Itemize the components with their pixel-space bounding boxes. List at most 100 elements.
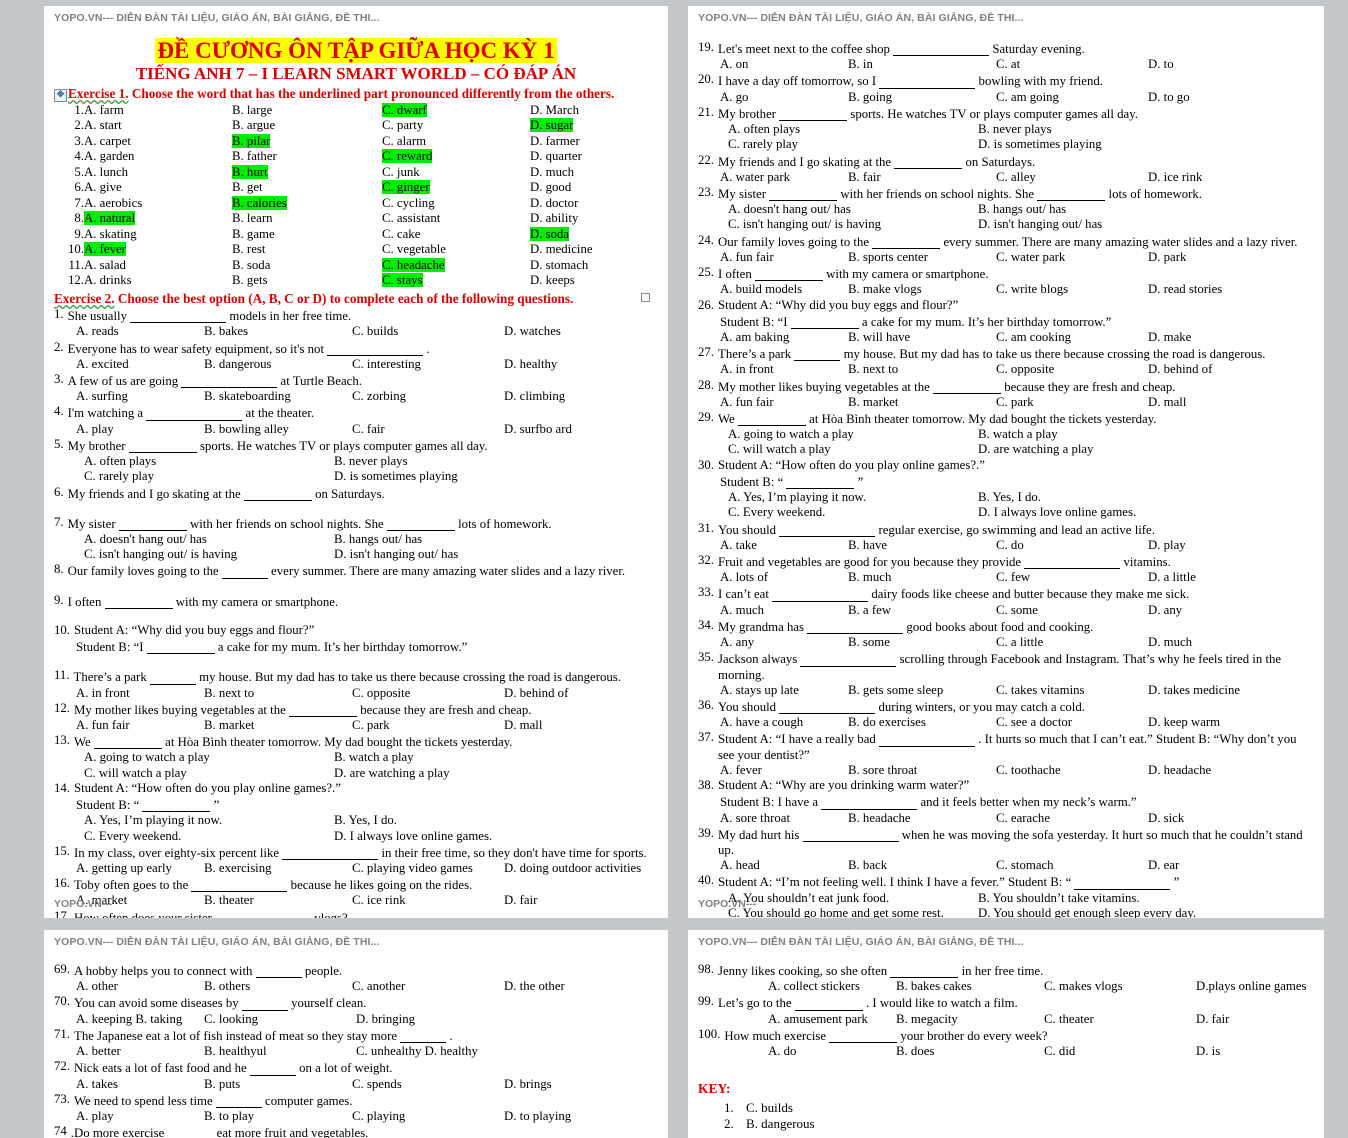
question-option[interactable]: D. takes medicine [1148, 683, 1314, 698]
question-option[interactable]: B. make vlogs [848, 282, 996, 297]
question-option[interactable]: D. any [1148, 603, 1314, 618]
question-option[interactable]: D. a little [1148, 570, 1314, 585]
question-option[interactable]: D. isn't hanging out/ has [334, 547, 658, 562]
question-option[interactable]: A. Yes, I’m playing it now. [728, 490, 978, 505]
question-option[interactable]: C. isn't hanging out/ is having [728, 217, 978, 232]
question-option[interactable]: D. surfbo ard [504, 422, 658, 437]
question-option[interactable]: D. ear [1148, 858, 1314, 873]
question-option[interactable]: C. Every weekend. [728, 505, 978, 520]
question-option[interactable]: C. playing video games [352, 861, 504, 876]
question-option[interactable]: B. bakes [204, 324, 352, 339]
question-option[interactable]: D. make [1148, 330, 1314, 345]
question-option[interactable]: D. mall [504, 718, 658, 733]
question-option[interactable]: B. hangs out/ has [334, 532, 658, 547]
question-option[interactable]: A. fun fair [76, 718, 204, 733]
question-option[interactable]: C. makes vlogs [1044, 979, 1196, 994]
question-option[interactable]: B. bakes cakes [896, 979, 1044, 994]
question-option[interactable]: D. healthy [504, 357, 658, 372]
question-option[interactable]: B. does [896, 1044, 1044, 1059]
question-option[interactable]: C. alley [996, 170, 1148, 185]
question-option[interactable]: C. will watch a play [84, 766, 334, 781]
question-option[interactable]: C. interesting [352, 357, 504, 372]
question-option[interactable]: C. toothache [996, 763, 1148, 778]
question-option[interactable]: C. isn't hanging out/ is having [84, 547, 334, 562]
question-option[interactable]: C. takes vitamins [996, 683, 1148, 698]
question-option[interactable]: D. park [1148, 250, 1314, 265]
question-option[interactable]: C. see a doctor [996, 715, 1148, 730]
question-option[interactable]: C. park [996, 395, 1148, 410]
question-option[interactable]: A. often plays [728, 122, 978, 137]
question-option[interactable]: D. fair [504, 893, 658, 908]
question-option[interactable]: D. keep warm [1148, 715, 1314, 730]
question-option[interactable]: C. opposite [996, 362, 1148, 377]
question-option[interactable]: D. doing outdoor activities [504, 861, 658, 876]
question-option[interactable]: C. unhealthy D. healthy [356, 1044, 658, 1059]
question-option[interactable]: D. bringing [356, 1012, 658, 1027]
question-option[interactable]: B. puts [204, 1077, 352, 1092]
question-option[interactable]: D. behind of [504, 686, 658, 701]
question-option[interactable]: A. do [768, 1044, 896, 1059]
question-option[interactable]: A. take [720, 538, 848, 553]
question-option[interactable]: A. surfing [76, 389, 204, 404]
question-option[interactable]: C. am cooking [996, 330, 1148, 345]
question-option[interactable]: B. will have [848, 330, 996, 345]
question-option[interactable]: B. never plays [978, 122, 1314, 137]
question-option[interactable]: D. play [1148, 538, 1314, 553]
question-option[interactable]: D. I always love online games. [978, 505, 1314, 520]
question-option[interactable]: D. I always love online games. [334, 829, 658, 844]
question-option[interactable]: B. dangerous [204, 357, 352, 372]
question-option[interactable]: D. to playing [504, 1109, 658, 1124]
question-option[interactable]: B. going [848, 90, 996, 105]
question-option[interactable]: C. playing [352, 1109, 504, 1124]
question-option[interactable]: D. You should get enough sleep every day… [978, 906, 1314, 918]
question-option[interactable]: B. gets some sleep [848, 683, 996, 698]
question-option[interactable]: D. read stories [1148, 282, 1314, 297]
question-option[interactable]: C. earache [996, 811, 1148, 826]
question-option[interactable]: B. hangs out/ has [978, 202, 1314, 217]
question-option[interactable]: B. megacity [896, 1012, 1044, 1027]
question-option[interactable]: A. better [76, 1044, 204, 1059]
question-option[interactable]: D. headache [1148, 763, 1314, 778]
question-option[interactable]: A. takes [76, 1077, 204, 1092]
question-option[interactable]: C. few [996, 570, 1148, 585]
question-option[interactable]: A. going to watch a play [728, 427, 978, 442]
question-option[interactable]: A. go [720, 90, 848, 105]
question-option[interactable]: A. fever [720, 763, 848, 778]
question-option[interactable]: B. watch a play [334, 750, 658, 765]
question-option[interactable]: C. stomach [996, 858, 1148, 873]
question-option[interactable]: C. at [996, 57, 1148, 72]
question-option[interactable]: B. sore throat [848, 763, 996, 778]
question-option[interactable]: A. head [720, 858, 848, 873]
question-option[interactable]: B. others [204, 979, 352, 994]
question-option[interactable]: C. builds [352, 324, 504, 339]
question-option[interactable]: D. mall [1148, 395, 1314, 410]
question-option[interactable]: A. keeping B. taking [76, 1012, 204, 1027]
question-option[interactable]: A. doesn't hang out/ has [84, 532, 334, 547]
question-option[interactable]: D. are watching a play [334, 766, 658, 781]
question-option[interactable]: B. skateboarding [204, 389, 352, 404]
question-option[interactable]: C. am going [996, 90, 1148, 105]
question-option[interactable]: C. do [996, 538, 1148, 553]
question-option[interactable]: D. climbing [504, 389, 658, 404]
question-option[interactable]: D. is [1196, 1044, 1314, 1059]
question-option[interactable]: C. zorbing [352, 389, 504, 404]
question-option[interactable]: C. write blogs [996, 282, 1148, 297]
question-option[interactable]: C. another [352, 979, 504, 994]
question-option[interactable]: D. much [1148, 635, 1314, 650]
question-option[interactable]: B. a few [848, 603, 996, 618]
question-option[interactable]: A. fun fair [720, 395, 848, 410]
question-option[interactable]: D. to go [1148, 90, 1314, 105]
question-option[interactable]: D. are watching a play [978, 442, 1314, 457]
question-option[interactable]: C. did [1044, 1044, 1196, 1059]
question-option[interactable]: A. play [76, 422, 204, 437]
move-handle-icon[interactable]: ✥ [54, 88, 67, 102]
question-option[interactable]: A. often plays [84, 454, 334, 469]
question-option[interactable]: A. have a cough [720, 715, 848, 730]
question-option[interactable]: D. brings [504, 1077, 658, 1092]
question-option[interactable]: A. much [720, 603, 848, 618]
question-option[interactable]: B. bowling alley [204, 422, 352, 437]
question-option[interactable]: A. collect stickers [768, 979, 896, 994]
question-option[interactable]: D. to [1148, 57, 1314, 72]
question-option[interactable]: C. rarely play [84, 469, 334, 484]
question-option[interactable]: C. park [352, 718, 504, 733]
